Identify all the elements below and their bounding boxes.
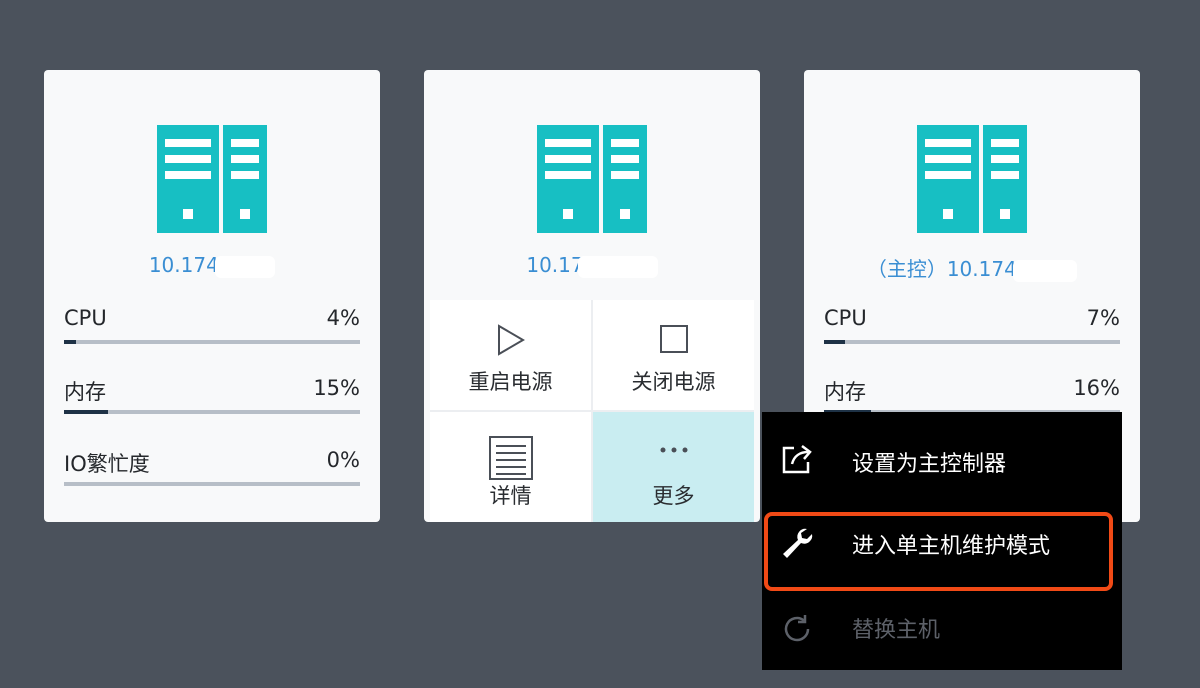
metric-value: 0% [326,448,360,472]
metric-io: IO繁忙度 0% [64,444,360,490]
progress-fill [64,340,76,344]
details-button[interactable]: 详情 [430,412,591,522]
menu-item-enter-maintenance-mode[interactable]: 进入单主机维护模式 [762,494,1122,572]
server-icon [917,125,1027,233]
action-label: 关闭电源 [631,370,716,394]
host-ip[interactable]: 10.17 [424,253,760,278]
external-link-icon [782,445,812,474]
restart-power-button[interactable]: 重启电源 [430,300,591,410]
menu-item-label: 设置为主控制器 [852,452,1007,477]
wrench-icon [783,528,813,558]
document-icon [488,436,533,480]
metric-label: 内存 [64,380,106,404]
metric-value: 16% [1073,376,1120,400]
host-card-1[interactable]: 10.174. CPU 4% 内存 15% IO繁忙度 0% [44,70,380,522]
progress-track [64,340,360,344]
stop-icon [659,325,688,353]
redaction-mask [577,255,658,278]
menu-item-label: 替换主机 [852,618,941,643]
refresh-icon [784,615,810,642]
metric-value: 15% [313,376,360,400]
more-button[interactable]: 更多 [593,412,754,522]
progress-track [64,410,360,414]
action-label: 重启电源 [468,370,553,394]
metric-cpu: CPU 7% [824,302,1120,348]
menu-item-set-master-controller[interactable]: 设置为主控制器 [762,412,1122,490]
redaction-mask [215,255,276,278]
server-icon [537,125,647,233]
metric-label: CPU [824,306,867,330]
host-action-grid: 重启电源 关闭电源 详情 更多 [430,300,754,522]
progress-track [824,340,1120,344]
more-actions-menu: 设置为主控制器 进入单主机维护模式 替换主机 [762,412,1122,670]
metric-cpu: CPU 4% [64,302,360,348]
metric-memory: 内存 15% [64,372,360,418]
menu-item-label: 进入单主机维护模式 [852,534,1051,559]
metric-value: 4% [326,306,360,330]
shutdown-power-button[interactable]: 关闭电源 [593,300,754,410]
progress-fill [64,410,109,414]
action-label: 更多 [652,484,695,508]
metric-label: CPU [64,306,107,330]
progress-track [64,482,360,486]
metric-label: 内存 [824,380,866,404]
host-ip[interactable]: 10.174. [44,253,380,278]
host-ip-text: （主控）10.174. [866,257,1024,281]
server-icon [157,125,267,233]
host-ip[interactable]: （主控）10.174. [804,253,1140,282]
play-icon [497,324,525,356]
more-icon [660,447,687,453]
metric-label: IO繁忙度 [64,452,150,476]
redaction-mask [1013,259,1078,282]
menu-item-replace-host[interactable]: 替换主机 [762,576,1122,654]
metric-value: 7% [1086,306,1120,330]
progress-fill [824,340,845,344]
action-label: 详情 [489,484,532,508]
host-ip-text: 10.17 [526,253,584,277]
host-card-2[interactable]: 10.17 重启电源 关闭电源 详情 更多 [424,70,760,522]
host-ip-text: 10.174. [148,253,226,277]
